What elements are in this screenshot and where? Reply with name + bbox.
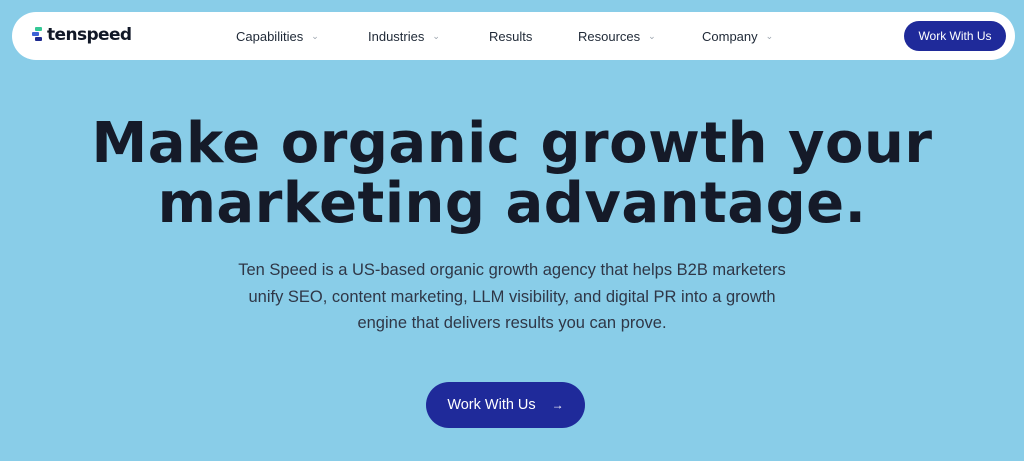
nav-item-label: Capabilities bbox=[236, 29, 304, 44]
arrow-right-icon: → bbox=[551, 398, 564, 412]
chevron-down-icon: ⌄ bbox=[765, 31, 774, 41]
hero-headline: Make organic growth your marketing advan… bbox=[0, 114, 1024, 234]
chevron-down-icon: ⌄ bbox=[432, 31, 440, 41]
subtext-line: unify SEO, content marketing, LLM visibi… bbox=[248, 287, 776, 306]
nav-item-label: Results bbox=[489, 29, 533, 44]
chevron-down-icon: ⌄ bbox=[648, 31, 656, 41]
logo-mark-icon bbox=[32, 26, 42, 44]
nav-item-label: Company bbox=[702, 29, 758, 44]
nav-item-resources[interactable]: Resources ⌄ bbox=[578, 29, 656, 44]
top-navbar: tenspeed Capabilities ⌄ Industries ⌄ Res… bbox=[12, 12, 1015, 60]
chevron-down-icon: ⌄ bbox=[311, 31, 319, 41]
nav-item-results[interactable]: Results bbox=[489, 29, 532, 44]
tenspeed-logo[interactable]: tenspeed bbox=[32, 25, 132, 45]
nav-item-industries[interactable]: Industries ⌄ bbox=[368, 29, 440, 44]
nav-item-capabilities[interactable]: Capabilities ⌄ bbox=[236, 29, 319, 44]
headline-line: Make organic growth your bbox=[91, 111, 933, 176]
nav-item-label: Industries bbox=[368, 29, 425, 44]
hero-cta-label: Work With Us bbox=[447, 397, 536, 413]
subtext-line: Ten Speed is a US-based organic growth a… bbox=[238, 261, 786, 279]
nav-item-company[interactable]: Company ⌄ bbox=[702, 29, 773, 44]
nav-item-label: Resources bbox=[578, 29, 641, 44]
work-with-us-hero-button[interactable]: Work With Us → bbox=[426, 382, 585, 428]
headline-line: marketing advantage. bbox=[157, 171, 867, 236]
work-with-us-nav-button[interactable]: Work With Us bbox=[904, 21, 1006, 51]
logo-wordmark: tenspeed bbox=[47, 25, 132, 45]
subtext-line: engine that delivers results you can pro… bbox=[357, 314, 667, 332]
hero-subtext: Ten Speed is a US-based organic growth a… bbox=[212, 257, 812, 337]
